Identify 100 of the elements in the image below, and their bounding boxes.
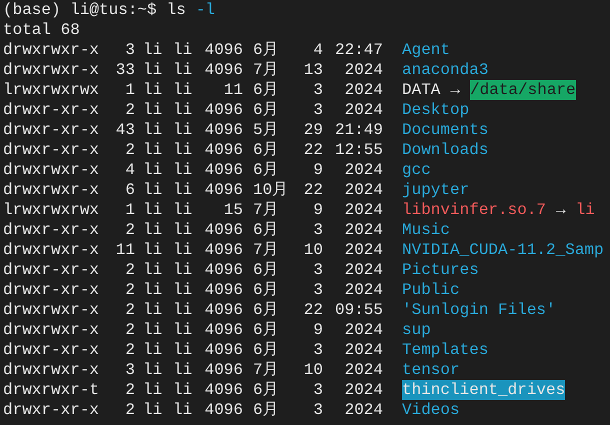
command-argument: -l xyxy=(196,0,216,20)
listing-field: 3 xyxy=(293,340,323,360)
file-name: anaconda3 xyxy=(402,60,488,80)
link-target: li xyxy=(576,200,595,220)
link-target: /data/share xyxy=(470,80,576,100)
file-name: Downloads xyxy=(402,140,488,160)
listing-field: 2024 xyxy=(323,400,383,420)
listing-field: drwxr-xr-x xyxy=(3,260,105,280)
listing-field: 2 xyxy=(105,260,135,280)
listing-field: li xyxy=(143,280,173,300)
listing-field: 6月 xyxy=(253,160,293,180)
listing-field: 4096 xyxy=(203,260,243,280)
file-name: libnvinfer.so.7 xyxy=(402,200,546,220)
listing-field: li xyxy=(173,100,203,120)
listing-field: li xyxy=(143,100,173,120)
listing-field: li xyxy=(143,220,173,240)
listing-field: li xyxy=(173,340,203,360)
listing-field: drwxr-xr-x xyxy=(3,280,105,300)
listing-field: 2 xyxy=(105,380,135,400)
listing-field: 9 xyxy=(293,320,323,340)
listing-field: drwxr-xr-x xyxy=(3,120,105,140)
listing-field: drwxrwxr-x xyxy=(3,360,105,380)
listing-field: li xyxy=(143,300,173,320)
listing-field: 09:55 xyxy=(323,300,383,320)
listing-field: li xyxy=(143,200,173,220)
listing-field: 2024 xyxy=(323,180,383,200)
file-name: 'Sunlogin Files' xyxy=(402,300,556,320)
file-name: Desktop xyxy=(402,100,470,120)
listing-field: drwxr-xr-x xyxy=(3,140,105,160)
listing-field: 2024 xyxy=(323,200,383,220)
listing-field: li xyxy=(143,360,173,380)
listing-field: 2 xyxy=(105,340,135,360)
listing-field: 6月 xyxy=(253,100,293,120)
listing-field: 4096 xyxy=(203,220,243,240)
listing-field: 2024 xyxy=(323,160,383,180)
listing-field: drwxr-xr-x xyxy=(3,100,105,120)
listing-field: li xyxy=(143,380,173,400)
listing-field: 3 xyxy=(293,400,323,420)
listing-field: li xyxy=(173,220,203,240)
listing-field: 2 xyxy=(105,400,135,420)
listing-field: li xyxy=(173,320,203,340)
file-name: Videos xyxy=(402,400,460,420)
listing-field: li xyxy=(143,40,173,60)
link-arrow: → xyxy=(450,80,460,100)
listing-field: 6月 xyxy=(253,320,293,340)
listing-field: 4096 xyxy=(203,240,243,260)
listing-field: 4096 xyxy=(203,180,243,200)
listing-field: 6月 xyxy=(253,400,293,420)
listing-field: 43 xyxy=(105,120,135,140)
listing-field: 2024 xyxy=(323,100,383,120)
listing-field: li xyxy=(143,340,173,360)
listing-field: 6月 xyxy=(253,280,293,300)
file-name: Documents xyxy=(402,120,488,140)
listing-field: li xyxy=(173,380,203,400)
listing-field: 11 xyxy=(203,80,243,100)
listing-field: 1 xyxy=(105,80,135,100)
listing-field: 3 xyxy=(293,380,323,400)
listing-field: 4 xyxy=(105,160,135,180)
listing-field: 2024 xyxy=(323,60,383,80)
command-text: ls xyxy=(166,0,186,20)
listing-field: 4096 xyxy=(203,340,243,360)
listing-field: li xyxy=(173,260,203,280)
listing-field: 4096 xyxy=(203,400,243,420)
file-name: jupyter xyxy=(402,180,470,200)
listing-field: 10月 xyxy=(253,180,293,200)
listing-field: li xyxy=(173,60,203,80)
listing-field: 2024 xyxy=(323,260,383,280)
listing-field: li xyxy=(143,260,173,280)
listing-field: 4096 xyxy=(203,140,243,160)
listing-field: li xyxy=(173,180,203,200)
listing-field: 6月 xyxy=(253,340,293,360)
listing-field: 1 xyxy=(105,200,135,220)
listing-field: 6月 xyxy=(253,140,293,160)
listing-field: drwxr-xr-x xyxy=(3,400,105,420)
listing-field: 2024 xyxy=(323,80,383,100)
file-name: gcc xyxy=(402,160,431,180)
listing-field: 10 xyxy=(293,240,323,260)
listing-field: 3 xyxy=(293,220,323,240)
listing-field: 29 xyxy=(293,120,323,140)
listing-field: 4096 xyxy=(203,40,243,60)
listing-field: lrwxrwxrwx xyxy=(3,80,105,100)
listing-field: 21:49 xyxy=(323,120,383,140)
listing-field: 4096 xyxy=(203,300,243,320)
listing-field: li xyxy=(143,400,173,420)
listing-field: 6月 xyxy=(253,40,293,60)
listing-field: drwxr-xr-x xyxy=(3,340,105,360)
listing-field: li xyxy=(173,40,203,60)
listing-field: 6月 xyxy=(253,80,293,100)
file-name: tensor xyxy=(402,360,460,380)
listing-field: li xyxy=(173,360,203,380)
listing-field: 13 xyxy=(293,60,323,80)
listing-field: drwxrwxr-t xyxy=(3,380,105,400)
listing-field: 2 xyxy=(105,100,135,120)
file-name: Templates xyxy=(402,340,488,360)
listing-field: li xyxy=(143,240,173,260)
listing-field: 4096 xyxy=(203,120,243,140)
file-name: Music xyxy=(402,220,450,240)
listing-field: 2 xyxy=(105,320,135,340)
listing-field: drwxrwxr-x xyxy=(3,160,105,180)
file-name: Agent xyxy=(402,40,450,60)
